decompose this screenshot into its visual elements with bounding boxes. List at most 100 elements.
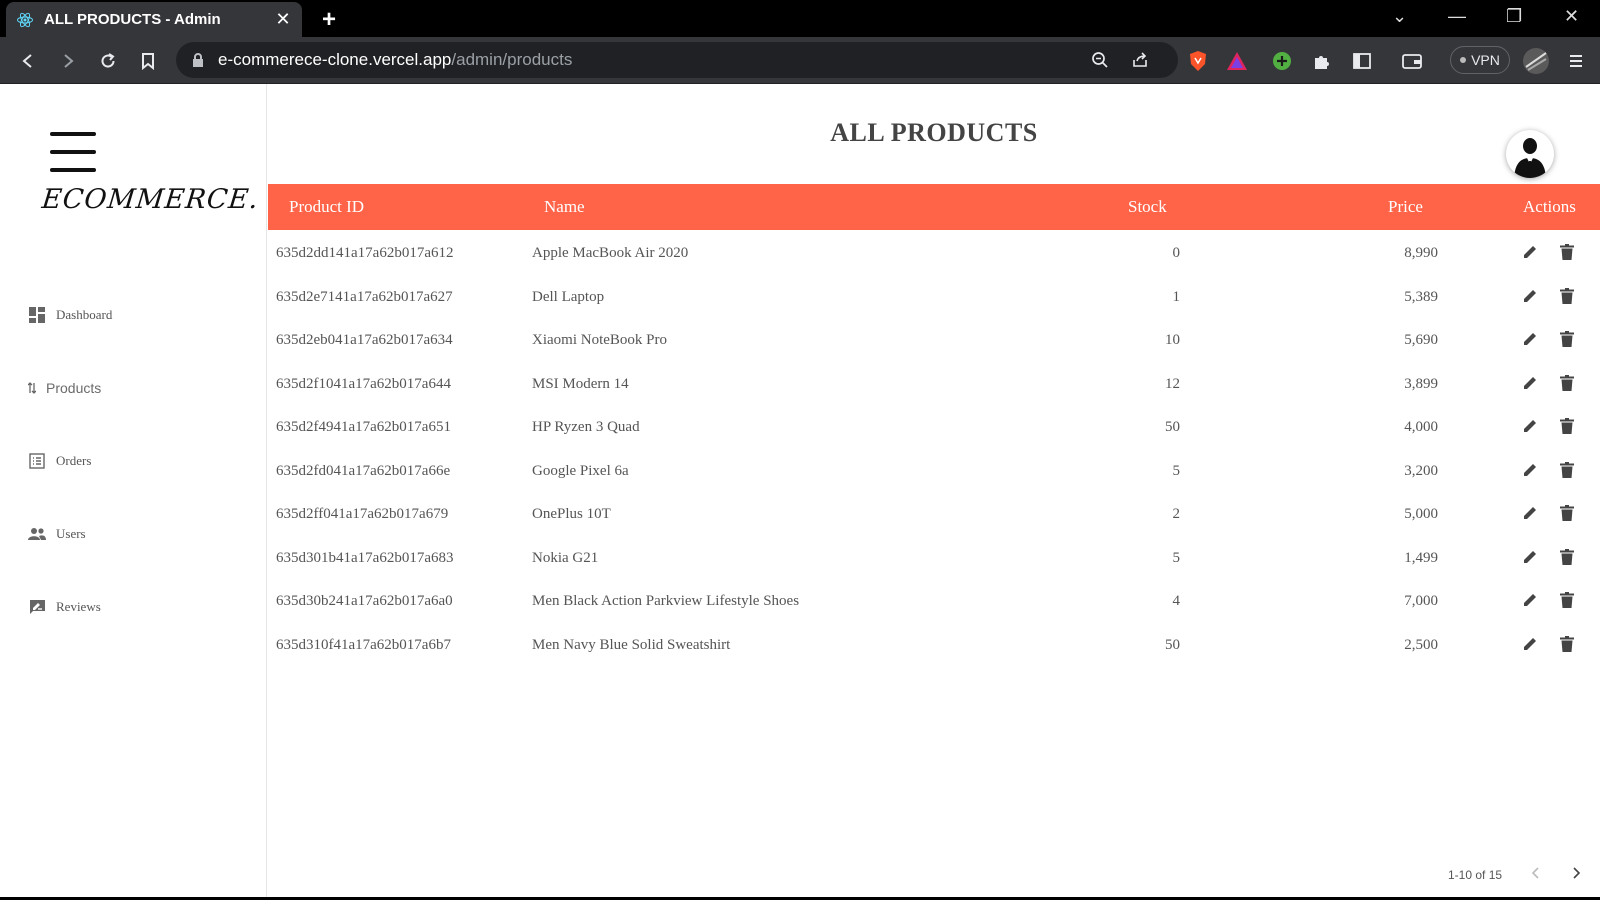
extensions-puzzle-icon[interactable] — [1310, 49, 1334, 73]
column-header-name[interactable]: Name — [544, 197, 585, 217]
product-name-cell: HP Ryzen 3 Quad — [532, 419, 640, 435]
browser-tab[interactable]: ALL PRODUCTS - Admin ✕ — [6, 2, 302, 37]
edit-icon[interactable] — [1522, 288, 1540, 306]
lock-icon — [186, 48, 210, 72]
tab-close-icon[interactable]: ✕ — [274, 9, 292, 30]
edit-icon[interactable] — [1522, 375, 1540, 393]
sidebar-item-label: Products — [46, 380, 102, 396]
browser-toolbar: e-commerece-clone.vercel.app/admin/produ… — [0, 37, 1600, 84]
table-row: 635d301b41a17a62b017a683 Nokia G21 5 1,499 — [268, 538, 1600, 581]
stock-cell: 2 — [1172, 506, 1181, 522]
table-row: 635d2f1041a17a62b017a644 MSI Modern 14 12 3… — [268, 364, 1600, 407]
product-name-cell: Xiaomi NoteBook Pro — [532, 332, 667, 348]
delete-icon[interactable] — [1560, 287, 1578, 306]
browser-menu-icon[interactable] — [1564, 49, 1588, 73]
delete-icon[interactable] — [1560, 418, 1578, 436]
sidebar-toggle-icon[interactable] — [1350, 49, 1374, 73]
product-name-cell: Dell Laptop — [532, 288, 605, 305]
edit-icon[interactable] — [1522, 549, 1540, 567]
zoom-icon[interactable] — [1088, 48, 1112, 72]
profile-avatar-icon[interactable] — [1522, 47, 1550, 75]
sidebar-item-dashboard[interactable]: Dashboard — [28, 306, 112, 324]
price-cell: 5,000 — [1404, 506, 1438, 522]
price-cell: 1,499 — [1404, 549, 1438, 566]
brave-rewards-icon[interactable] — [1225, 49, 1249, 73]
sidebar-item-users[interactable]: Users — [28, 525, 86, 543]
table-row: 635d2f4941a17a62b017a651 HP Ryzen 3 Quad 5… — [268, 407, 1600, 450]
table-row: 635d2fd041a17a62b017a66e Google Pixel 6a 5… — [268, 451, 1600, 494]
delete-icon[interactable] — [1560, 331, 1578, 349]
price-cell: 2,500 — [1404, 636, 1438, 653]
product-id-cell: 635d2eb041a17a62b017a634 — [276, 332, 453, 348]
address-bar[interactable]: e-commerece-clone.vercel.app/admin/produ… — [176, 42, 1178, 78]
price-cell: 7,000 — [1404, 593, 1438, 609]
logo[interactable]: ECOMMERCE. — [40, 184, 260, 215]
column-header-price[interactable]: Price — [1388, 197, 1423, 217]
new-tab-button[interactable]: + — [322, 6, 336, 34]
product-id-cell: 635d2ff041a17a62b017a679 — [276, 506, 449, 522]
delete-icon[interactable] — [1560, 592, 1578, 610]
product-id-cell: 635d2dd141a17a62b017a612 — [276, 245, 454, 261]
column-header-stock[interactable]: Stock — [1128, 197, 1167, 217]
edit-icon[interactable] — [1522, 331, 1540, 349]
bookmark-icon[interactable] — [136, 49, 160, 73]
product-name-cell: Apple MacBook Air 2020 — [532, 245, 689, 261]
column-header-actions: Actions — [1523, 197, 1576, 216]
vpn-label: VPN — [1471, 52, 1500, 68]
sidebar-item-label: Users — [56, 526, 86, 541]
back-icon[interactable] — [16, 49, 40, 73]
table-row: 635d2dd141a17a62b017a612 Apple MacBook Ai… — [268, 233, 1600, 276]
edit-icon[interactable] — [1522, 418, 1540, 436]
product-name-cell: Men Black Action Parkview Lifestyle Shoe… — [532, 593, 800, 609]
minimize-button[interactable]: — — [1448, 6, 1466, 27]
page-title: ALL PRODUCTS — [830, 118, 1038, 147]
delete-icon[interactable] — [1560, 548, 1578, 567]
sidebar-item-products[interactable]: Products — [28, 379, 101, 397]
reload-icon[interactable] — [96, 49, 120, 73]
edit-icon[interactable] — [1522, 636, 1540, 654]
edit-icon[interactable] — [1522, 592, 1540, 610]
delete-icon[interactable] — [1560, 635, 1578, 654]
tab-search-icon[interactable]: ⌄ — [1392, 6, 1407, 27]
stock-cell: 50 — [1165, 419, 1180, 435]
vpn-button[interactable]: VPN — [1450, 46, 1510, 74]
price-cell: 3,200 — [1404, 462, 1438, 479]
edit-icon[interactable] — [1522, 244, 1540, 262]
people-icon — [28, 525, 46, 543]
product-id-cell: 635d2fd041a17a62b017a66e — [276, 462, 451, 479]
stock-cell: 1 — [1172, 288, 1181, 305]
wallet-icon[interactable] — [1400, 49, 1424, 73]
product-name-cell: MSI Modern 14 — [532, 375, 629, 392]
stock-cell: 5 — [1172, 462, 1181, 479]
stock-cell: 4 — [1172, 593, 1181, 609]
delete-icon[interactable] — [1560, 374, 1578, 393]
product-id-cell: 635d2f4941a17a62b017a651 — [276, 419, 451, 435]
stock-cell: 0 — [1172, 245, 1181, 261]
product-id-cell: 635d310f41a17a62b017a6b7 — [276, 636, 451, 653]
delete-icon[interactable] — [1560, 505, 1578, 523]
column-header-product-id[interactable]: Product ID — [289, 197, 364, 217]
previous-page-icon[interactable] — [1527, 864, 1545, 882]
restore-button[interactable]: ❐ — [1506, 6, 1522, 27]
share-icon[interactable] — [1128, 48, 1152, 72]
product-name-cell: OnePlus 10T — [532, 506, 611, 522]
user-avatar[interactable] — [1506, 130, 1554, 178]
product-id-cell: 635d2e7141a17a62b017a627 — [276, 288, 453, 305]
sidebar-item-reviews[interactable]: Reviews — [28, 598, 101, 616]
sidebar-item-orders[interactable]: Orders — [28, 452, 91, 470]
delete-icon[interactable] — [1560, 244, 1578, 262]
edit-icon[interactable] — [1522, 462, 1540, 480]
brave-shields-icon[interactable] — [1186, 49, 1210, 73]
import-export-icon — [28, 379, 36, 397]
next-page-icon[interactable] — [1567, 864, 1585, 882]
table-row: 635d2eb041a17a62b017a634 Xiaomi NoteBook … — [268, 320, 1600, 363]
forward-icon[interactable] — [56, 49, 80, 73]
menu-icon[interactable] — [50, 132, 96, 172]
edit-icon[interactable] — [1522, 505, 1540, 523]
window-close-button[interactable]: ✕ — [1564, 6, 1579, 27]
stock-cell: 5 — [1172, 549, 1181, 566]
delete-icon[interactable] — [1560, 461, 1578, 480]
price-cell: 5,690 — [1404, 332, 1438, 348]
extension-plus-icon[interactable] — [1270, 49, 1294, 73]
product-name-cell: Men Navy Blue Solid Sweatshirt — [532, 636, 731, 653]
